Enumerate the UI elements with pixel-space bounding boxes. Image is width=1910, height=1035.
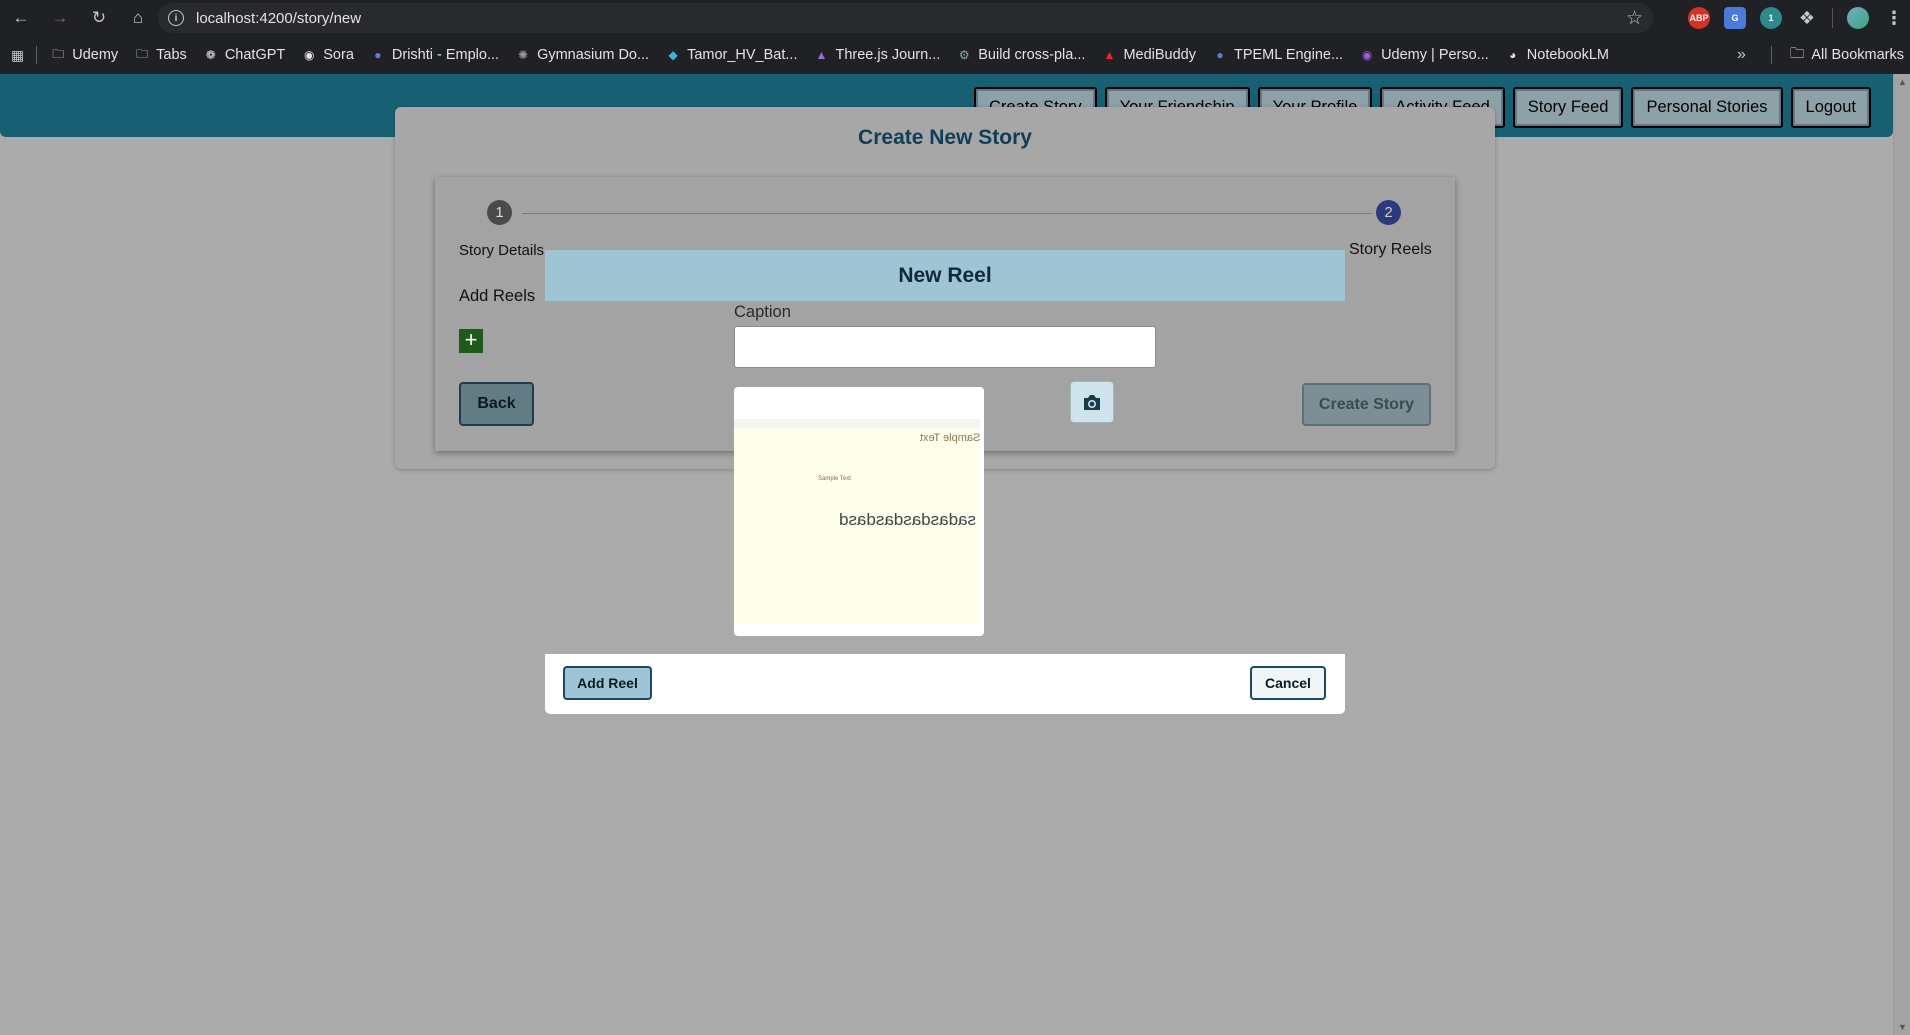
forward-arrow-icon[interactable]: → [42,0,78,36]
preview-text: Sample Text [818,476,851,482]
extension-badge-icon[interactable]: 1 [1760,7,1782,29]
bookmark-item[interactable]: ◆ Tamor_HV_Bat... [666,47,797,63]
bookmark-item[interactable]: ✺ Gymnasium Do... [516,47,649,63]
extensions-area: ABP G 1 ❖ ⋮ [1688,0,1905,36]
threejs-icon: ▲ [815,48,828,62]
scroll-up-icon[interactable]: ▲ [1898,77,1907,87]
caption-input[interactable] [734,326,1156,368]
home-icon[interactable]: ⌂ [120,0,156,36]
bookmark-item[interactable]: ◉ Sora [302,47,354,63]
address-bar[interactable]: i localhost:4200/story/new ☆ [158,3,1653,33]
all-bookmarks[interactable]: 🗀 All Bookmarks [1790,36,1904,74]
nav-story-feed[interactable]: Story Feed [1512,87,1624,128]
gymnasium-icon: ✺ [518,48,529,62]
new-reel-dialog-title: New Reel [545,250,1345,301]
folder-icon: 🗀 [136,46,149,61]
kebab-menu-icon[interactable]: ⋮ [1883,7,1905,29]
bookmark-item[interactable]: 🗀 Udemy [51,46,118,64]
apps-grid-icon[interactable]: ▦ [11,47,24,64]
step-2-indicator[interactable]: 2 [1376,200,1401,225]
nav-logout[interactable]: Logout [1790,87,1871,128]
back-button[interactable]: Back [459,382,534,426]
cancel-button[interactable]: Cancel [1250,666,1326,700]
bookmarks-divider [36,46,38,64]
back-arrow-icon[interactable]: ← [3,0,39,36]
adblock-icon[interactable]: ABP [1688,7,1710,29]
bookmark-item[interactable]: ● Drishti - Emplo... [371,47,499,63]
preview-text: sadasdasdasdasd [838,510,976,529]
bookmark-item[interactable]: ◉ Udemy | Perso... [1360,47,1489,63]
bookmarks-divider [1771,46,1772,64]
camera-preview: Sample Text Sample Text sadasdasdasdasd [734,387,984,636]
site-info-icon[interactable]: i [168,10,184,26]
step-1-label[interactable]: Story Details [459,242,544,259]
chatgpt-icon: ❁ [205,48,216,62]
bookmark-item[interactable]: ● TPEML Engine... [1213,47,1343,63]
bookmark-item[interactable]: 🗀 Tabs [135,46,187,64]
camera-feed: Sample Text Sample Text sadasdasdasdasd [734,419,980,624]
add-reel-plus-button[interactable]: + [459,329,483,353]
bookmark-star-icon[interactable]: ☆ [1626,7,1643,30]
drishti-icon: ● [374,48,382,62]
caption-label: Caption [734,303,791,321]
scroll-down-icon[interactable]: ▼ [1898,1022,1907,1032]
nav-personal-stories[interactable]: Personal Stories [1631,87,1783,128]
folder-icon: 🗀 [1789,45,1805,62]
toolbar-divider [1832,8,1833,28]
plus-icon: + [464,327,478,352]
capture-camera-button[interactable] [1070,381,1114,423]
step-1-indicator[interactable]: 1 [487,200,512,225]
camera-icon [1084,394,1100,410]
dialog-footer: Add Reel Cancel [545,654,1345,714]
create-story-button[interactable]: Create Story [1302,383,1431,426]
bookmark-item[interactable]: ❁ ChatGPT [204,47,285,63]
add-reels-label: Add Reels [459,287,536,305]
preview-text: Sample Text [919,432,980,444]
bookmarks-bar: ▦ 🗀 Udemy 🗀 Tabs ❁ ChatGPT ◉ Sora ● Drishti -… [0,36,1910,74]
add-reel-button[interactable]: Add Reel [563,666,652,700]
translate-icon[interactable]: G [1724,7,1746,29]
more-bookmarks-chevron-icon[interactable]: » [1737,36,1746,74]
notebooklm-icon: ◕ [1509,48,1517,62]
step-2-label[interactable]: Story Reels [1349,241,1432,259]
sora-icon: ◉ [304,48,315,62]
profile-avatar-icon[interactable] [1847,7,1869,29]
page-scrollbar[interactable]: ▲ ▼ [1893,74,1910,1035]
extensions-puzzle-icon[interactable]: ❖ [1796,7,1818,29]
reload-icon[interactable]: ↻ [81,0,117,36]
bookmark-item[interactable]: ▲ MediBuddy [1102,47,1196,63]
url-text[interactable]: localhost:4200/story/new [196,10,361,27]
browser-toolbar: ← → ↻ ⌂ i localhost:4200/story/new ☆ ABP… [0,0,1910,36]
page-title: Create New Story [858,126,1032,149]
tpeml-icon: ● [1216,48,1224,62]
bookmark-item[interactable]: ⚙ Build cross-pla... [957,47,1086,63]
bookmark-item[interactable]: ◕ NotebookLM [1506,47,1609,63]
folder-icon: 🗀 [52,46,65,61]
medibuddy-icon: ▲ [1103,48,1116,62]
udemy-icon: ◉ [1361,48,1373,62]
tamor-icon: ◆ [668,48,678,62]
step-connector [522,213,1372,214]
build-icon: ⚙ [958,48,970,62]
bookmark-item[interactable]: ▲ Three.js Journ... [814,47,941,63]
